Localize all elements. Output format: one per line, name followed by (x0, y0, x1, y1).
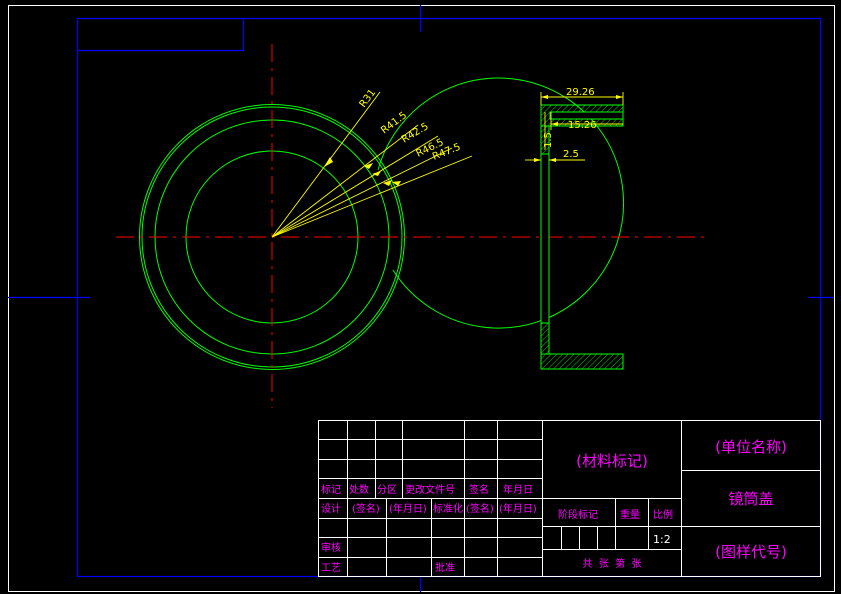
dim-width-top: 29.26 (566, 87, 595, 98)
tb-header-count: 处数 (349, 483, 369, 496)
tb-process: 工艺 (321, 562, 341, 574)
tb-header-zone: 分区 (377, 484, 397, 496)
dim-thickness: 2.5 (563, 149, 579, 160)
tb-company: (单位名称) (715, 438, 787, 456)
tb-design-signature: (签名) (352, 502, 380, 515)
tb-header-date: 年月日 (503, 483, 533, 496)
tb-scale-value: 1:2 (653, 533, 671, 546)
tb-header-signature: 签名 (469, 483, 489, 496)
tb-approve: 批准 (435, 561, 455, 574)
radius-label-r42-5: R42.5 (400, 121, 431, 145)
tb-standardization: 标准化 (433, 502, 463, 515)
tb-stage-label: 阶段标记 (558, 508, 598, 521)
tb-drawing-code: (图样代号) (715, 543, 787, 561)
tb-review: 审核 (321, 541, 341, 554)
tb-scale-label: 比例 (653, 508, 673, 521)
tb-weight-label: 重量 (620, 508, 640, 521)
cad-drawing: R31 R41.5 R42.5 R46.5 R47.5 29.26 15.26 … (8, 5, 835, 592)
tb-sheets: 共 张 第 张 (582, 557, 641, 570)
dim-width-inner: 15.26 (568, 120, 597, 131)
tb-header-change-doc: 更改文件号 (405, 483, 455, 496)
tb-std-date: (年月日) (499, 502, 537, 515)
tb-design-date: (年月日) (389, 502, 427, 515)
code-box (77, 18, 245, 52)
dim-lip: 1.5 (543, 132, 554, 148)
tb-std-signature: (签名) (466, 502, 494, 515)
tb-design: 设计 (321, 502, 341, 515)
tb-header-mark: 标记 (321, 484, 341, 496)
tb-material: (材料标记) (576, 452, 648, 470)
tb-part-name: 镜筒盖 (728, 490, 773, 508)
centerlines (116, 44, 710, 408)
